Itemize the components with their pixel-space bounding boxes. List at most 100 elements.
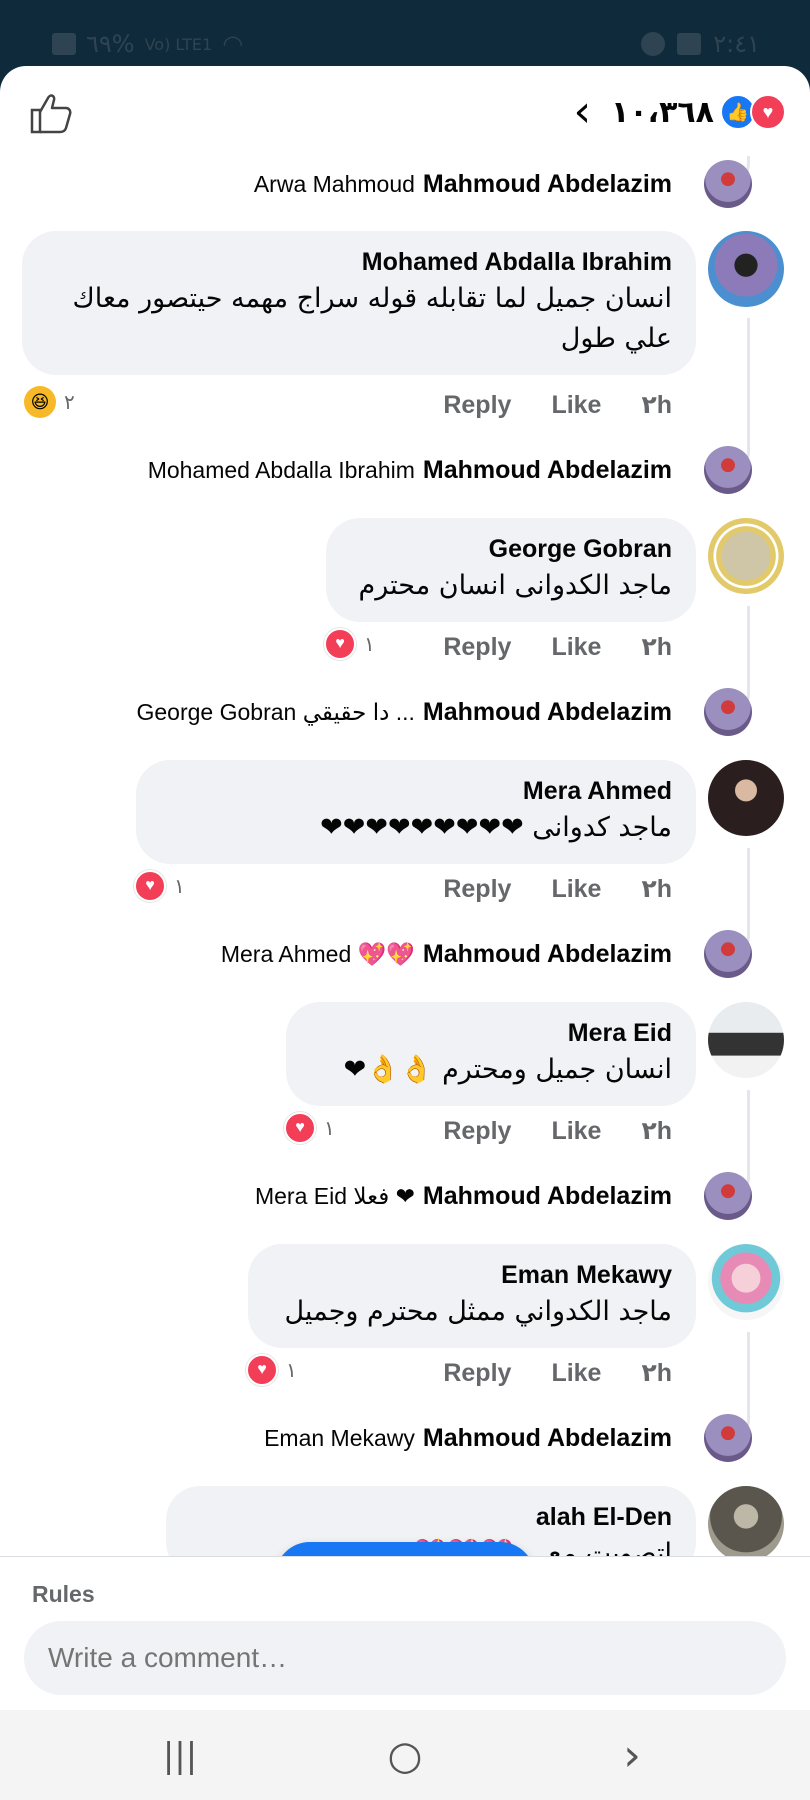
comment-reactions[interactable]: 😆 ٢ xyxy=(24,384,75,420)
reaction-count: ٢ xyxy=(64,390,75,414)
reply-preview[interactable]: Eman Mekawy Mahmoud Abdelazim xyxy=(264,1413,752,1463)
like-button[interactable]: Like xyxy=(551,1117,601,1146)
avatar[interactable] xyxy=(708,1244,784,1320)
like-button[interactable]: Like xyxy=(551,1359,601,1388)
comment-time: ٢h xyxy=(641,875,672,903)
status-bar: ٦٩% Vo) LTE1 ◠ ٢:٤١ xyxy=(0,0,810,66)
comment-author[interactable]: George Gobran xyxy=(350,532,672,566)
avatar[interactable] xyxy=(704,930,752,978)
avatar[interactable] xyxy=(704,1414,752,1462)
reply-button[interactable]: Reply xyxy=(443,875,511,904)
comment-actions: Reply Like ٢h xyxy=(443,869,672,909)
comment-author[interactable]: alah El-Den xyxy=(190,1500,672,1534)
reaction-count: ١ xyxy=(364,632,375,656)
reaction-summary[interactable]: ‹ ١٠،٣٦٨ 👍 ♥ xyxy=(573,90,786,134)
reaction-count: ١ xyxy=(324,1116,335,1140)
reply-button[interactable]: Reply xyxy=(443,1117,511,1146)
reply-preview-text: Mera Eid فعلا ❤ xyxy=(254,1182,415,1209)
reply-preview[interactable]: Mera Eid فعلا ❤ Mahmoud Abdelazim xyxy=(254,1171,752,1221)
reply-preview-text: George Gobran دا حقيقي ... xyxy=(136,698,415,725)
avatar[interactable] xyxy=(708,1486,784,1562)
comment-bubble[interactable]: Mohamed Abdalla Ibrahim انسان جميل لما ت… xyxy=(22,231,696,375)
reply-preview[interactable]: Mohamed Abdalla Ibrahim Mahmoud Abdelazi… xyxy=(147,445,752,495)
avatar[interactable] xyxy=(708,760,784,836)
comments-sheet: ‹ ١٠،٣٦٨ 👍 ♥ Arwa Mahmoud Mahmoud Abdela… xyxy=(0,66,810,1800)
reply-button[interactable]: Reply xyxy=(443,633,511,662)
comment-author[interactable]: Mera Eid xyxy=(310,1016,672,1050)
home-icon[interactable]: ○ xyxy=(383,1734,427,1778)
comments-header: ‹ ١٠،٣٦٨ 👍 ♥ xyxy=(0,66,810,156)
reaction-count: ١٠،٣٦٨ xyxy=(611,94,714,130)
avatar[interactable] xyxy=(704,446,752,494)
reaction-count: ١ xyxy=(286,1358,297,1382)
comment-feed[interactable]: Arwa Mahmoud Mahmoud Abdelazim Mohamed A… xyxy=(0,156,810,1576)
chevron-left-icon[interactable]: ‹ xyxy=(573,90,591,134)
comment-bubble[interactable]: Eman Mekawy ماجد الكدواني ممثل محترم وجم… xyxy=(248,1244,696,1348)
comment-body-line2: علي طول xyxy=(560,323,672,354)
like-button[interactable]: Like xyxy=(551,875,601,904)
comment-time: ٢h xyxy=(641,391,672,419)
back-icon[interactable]: › xyxy=(610,1734,654,1778)
comment-input[interactable] xyxy=(24,1621,786,1695)
comment-reactions[interactable]: ♥ ١ xyxy=(284,1110,335,1146)
comment-body: انسان جميل لما تقابله قوله سراج مهمه حيت… xyxy=(72,283,672,314)
reply-author[interactable]: Mahmoud Abdelazim xyxy=(423,698,672,727)
comment-author[interactable]: Eman Mekawy xyxy=(272,1258,672,1292)
reply-preview-text: Mohamed Abdalla Ibrahim xyxy=(147,456,415,483)
recents-icon[interactable]: ||| xyxy=(158,1734,202,1778)
battery-icon xyxy=(52,33,76,55)
gallery-icon xyxy=(677,33,702,55)
reply-preview-text: Eman Mekawy xyxy=(264,1424,415,1451)
avatar[interactable] xyxy=(704,688,752,736)
reply-author[interactable]: Mahmoud Abdelazim xyxy=(423,170,672,199)
reply-author[interactable]: Mahmoud Abdelazim xyxy=(423,1424,672,1453)
comment-actions: Reply Like ٢h xyxy=(443,627,672,667)
love-reaction-icon: ♥ xyxy=(750,94,786,130)
reply-preview-text: Arwa Mahmoud xyxy=(253,170,415,197)
reply-button[interactable]: Reply xyxy=(443,1359,511,1388)
comment-author[interactable]: Mohamed Abdalla Ibrahim xyxy=(46,245,672,279)
avatar[interactable] xyxy=(708,1002,784,1078)
love-reaction-icon: ♥ xyxy=(284,1112,316,1144)
comment-body: ماجد كدوانى ❤❤❤❤❤❤❤❤❤ xyxy=(320,812,672,843)
like-button[interactable]: Like xyxy=(551,633,601,662)
comment-author[interactable]: Mera Ahmed xyxy=(160,774,672,808)
comment-reactions[interactable]: ♥ ١ xyxy=(324,626,375,662)
reply-preview-text: Mera Ahmed 💖💖 xyxy=(220,940,415,967)
reply-button[interactable]: Reply xyxy=(443,391,511,420)
avatar[interactable] xyxy=(704,160,752,208)
love-reaction-icon: ♥ xyxy=(246,1354,278,1386)
network-label: Vo) LTE1 xyxy=(144,34,213,54)
reply-author[interactable]: Mahmoud Abdelazim xyxy=(423,940,672,969)
thumbs-up-icon[interactable] xyxy=(28,90,74,136)
comment-body: ماجد الكدوانى انسان محترم xyxy=(358,570,672,601)
comment-time: ٢h xyxy=(641,633,672,661)
reply-preview[interactable]: Arwa Mahmoud Mahmoud Abdelazim xyxy=(253,159,752,209)
comment-bubble[interactable]: Mera Ahmed ماجد كدوانى ❤❤❤❤❤❤❤❤❤ xyxy=(136,760,696,864)
haha-reaction-icon: 😆 xyxy=(24,386,56,418)
status-right: ٢:٤١ xyxy=(641,30,760,58)
avatar[interactable] xyxy=(704,1172,752,1220)
comment-reactions[interactable]: ♥ ١ xyxy=(246,1352,297,1388)
battery-level: ٦٩% xyxy=(86,30,135,58)
avatar[interactable] xyxy=(708,518,784,594)
rules-link[interactable]: Rules xyxy=(32,1581,95,1608)
comment-composer: Rules xyxy=(0,1556,810,1710)
comment-time: ٢h xyxy=(641,1359,672,1387)
comment-actions: Reply Like ٢h xyxy=(443,385,672,425)
love-reaction-icon: ♥ xyxy=(324,628,356,660)
avatar[interactable] xyxy=(708,231,784,307)
reply-author[interactable]: Mahmoud Abdelazim xyxy=(423,1182,672,1211)
reply-author[interactable]: Mahmoud Abdelazim xyxy=(423,456,672,485)
comment-reactions[interactable]: ♥ ١ xyxy=(134,868,185,904)
reply-preview[interactable]: George Gobran دا حقيقي ... Mahmoud Abdel… xyxy=(136,687,752,737)
comment-body: انسان جميل ومحترم 👌👌❤ xyxy=(343,1054,672,1085)
comment-body: ماجد الكدواني ممثل محترم وجميل xyxy=(284,1296,672,1327)
comment-bubble[interactable]: Mera Eid انسان جميل ومحترم 👌👌❤ xyxy=(286,1002,696,1106)
system-nav-bar: ||| ○ › xyxy=(0,1710,810,1800)
comment-bubble[interactable]: George Gobran ماجد الكدوانى انسان محترم xyxy=(326,518,696,622)
reply-preview[interactable]: Mera Ahmed 💖💖 Mahmoud Abdelazim xyxy=(220,929,752,979)
love-reaction-icon: ♥ xyxy=(134,870,166,902)
status-left: ٦٩% Vo) LTE1 ◠ xyxy=(52,30,243,58)
like-button[interactable]: Like xyxy=(551,391,601,420)
